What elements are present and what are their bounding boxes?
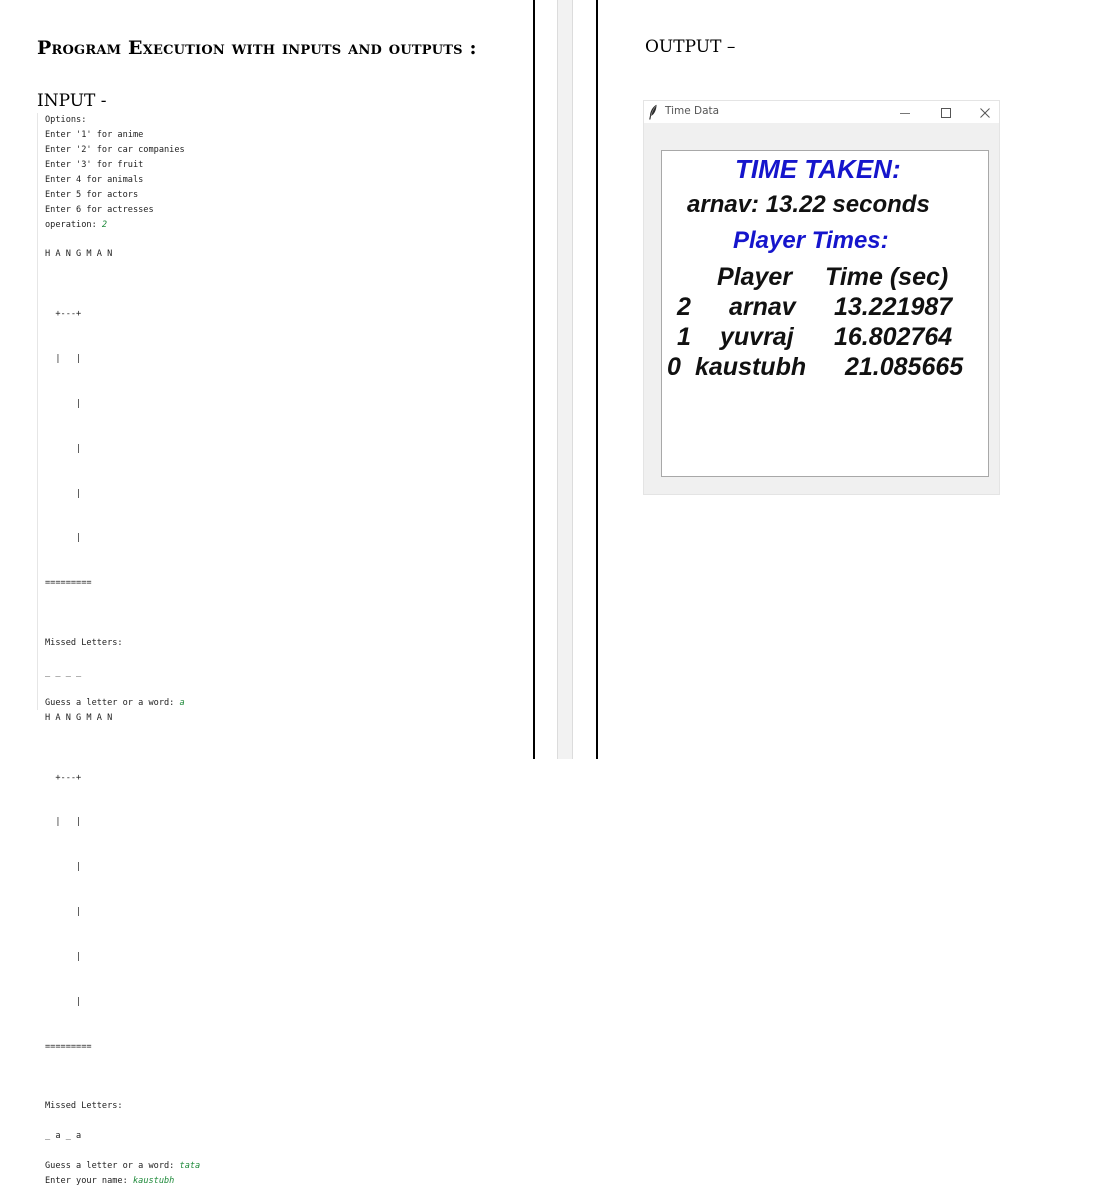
name-input: kaustubh [132, 1176, 175, 1187]
missed-letters-label: Missed Letters: [45, 638, 123, 649]
console-line: Enter '2' for car companies [45, 144, 185, 155]
gallows-post: | [45, 488, 82, 499]
input-label: INPUT - [37, 91, 107, 111]
gallows-post: | [45, 996, 82, 1007]
row-time: 13.221987 [834, 293, 953, 321]
time-taken-heading: TIME TAKEN: [735, 154, 901, 184]
close-button[interactable] [965, 101, 1005, 123]
player-times-heading: Player Times: [733, 227, 889, 254]
missed-letters-label: Missed Letters: [45, 1101, 123, 1112]
gallows-post: | [45, 907, 82, 918]
console-line: Enter '3' for fruit [45, 159, 144, 170]
column-header-player: Player [717, 263, 793, 291]
guess-line: Guess a letter or a word: tata [45, 1159, 445, 1174]
guess-input: tata [179, 1161, 201, 1172]
guess-input: a [179, 697, 185, 708]
page-gutter [557, 0, 573, 759]
gallows-post: | [45, 951, 82, 962]
feather-icon [649, 104, 657, 120]
word-blanks: _ a _ a [45, 1131, 82, 1142]
column-header-time: Time (sec) [825, 263, 949, 291]
gallows-base: ========= [45, 1041, 92, 1052]
console-line: Enter 5 for actors [45, 189, 139, 200]
row-index: 1 [677, 323, 691, 351]
row-index: 2 [677, 293, 691, 321]
console-line: Options: [45, 115, 87, 125]
title-bar[interactable]: Time Data [644, 101, 999, 123]
console-output: Options: Enter '1' for anime Enter '2' f… [37, 113, 445, 1186]
results-canvas: TIME TAKEN: arnav: 13.22 seconds Player … [661, 150, 989, 477]
close-icon [980, 107, 990, 118]
window-title: Time Data [665, 105, 720, 117]
gallows-top: +---+ [45, 772, 82, 783]
hangman-title: H A N G M A N [45, 712, 113, 723]
current-result: arnav: 13.22 seconds [687, 191, 930, 218]
operation-line: operation: 2 [45, 218, 445, 233]
name-prompt: Enter your name: [45, 1176, 133, 1187]
output-label: OUTPUT – [645, 37, 736, 57]
row-player: arnav [729, 293, 796, 321]
guess-prompt: Guess a letter or a word: [45, 697, 180, 708]
gallows-post: | [45, 398, 82, 409]
row-time: 16.802764 [834, 323, 953, 351]
gallows-art: +---+ | | | | | | ========= [45, 277, 445, 621]
gallows-post: | [45, 862, 82, 873]
gallows-neck: | | [45, 817, 82, 828]
gallows-neck: | | [45, 354, 82, 365]
page-divider-right [596, 0, 598, 759]
word-blanks: _ _ _ _ [45, 667, 82, 678]
section-heading: Program Execution with inputs and output… [37, 37, 477, 59]
gallows-post: | [45, 533, 82, 544]
gallows-art: +---+ | | | | | | ========= [45, 741, 445, 1085]
gallows-base: ========= [45, 578, 92, 589]
minimize-button[interactable] [885, 101, 925, 123]
page-divider-left [533, 0, 535, 759]
time-data-window: Time Data TIME TAKEN: arnav: 13.22 secon… [644, 101, 999, 494]
row-index: 0 [667, 353, 681, 381]
console-line: Enter 4 for animals [45, 174, 144, 185]
hangman-title: H A N G M A N [45, 249, 113, 260]
row-player: kaustubh [695, 353, 807, 381]
row-time: 21.085665 [845, 353, 964, 381]
gallows-top: +---+ [45, 309, 82, 320]
minimize-icon [900, 112, 910, 114]
console-line: Enter '1' for anime [45, 129, 144, 140]
operation-input: 2 [101, 219, 108, 230]
name-line: Enter your name: kaustubh [45, 1174, 445, 1189]
guess-line: Guess a letter or a word: a [45, 696, 445, 711]
gallows-post: | [45, 443, 82, 454]
row-player: yuvraj [720, 323, 794, 351]
maximize-icon [941, 107, 951, 118]
guess-prompt: Guess a letter or a word: [45, 1161, 180, 1172]
console-line: Enter 6 for actresses [45, 204, 154, 215]
maximize-button[interactable] [926, 101, 966, 123]
operation-prompt: operation: [45, 219, 102, 230]
